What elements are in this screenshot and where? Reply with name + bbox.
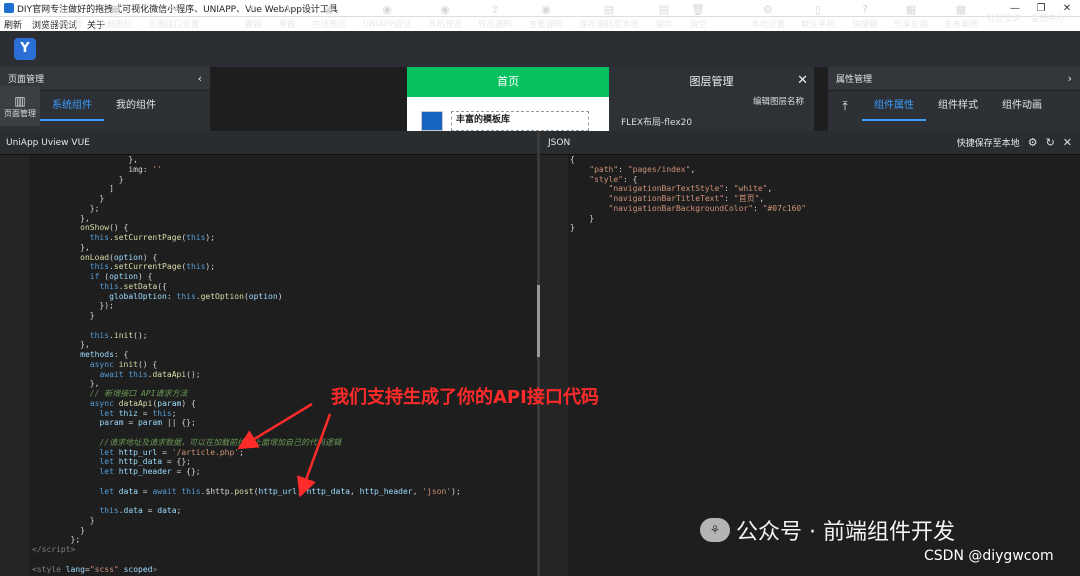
app-icon (4, 3, 14, 13)
settings-icon: ▭ (59, 3, 71, 16)
phone-nav-bar: 首页 (407, 67, 609, 97)
main-toolbar (0, 31, 1080, 67)
vue-editor-title: UniApp Uview VUE (6, 137, 90, 148)
save-source-local-button[interactable]: ▤ 保存源码至本地 (579, 3, 639, 30)
tab-component-animation[interactable]: 组件动画 (990, 91, 1054, 121)
close-icon[interactable]: ✕ (797, 73, 808, 88)
panel-header: 属性管理 › (828, 67, 1080, 91)
gear-icon: ⚙ (763, 3, 773, 16)
close-icon[interactable]: ✕ (1063, 136, 1072, 149)
default-phone-button[interactable]: ▯ 默认手机 (801, 3, 835, 30)
layer-panel-title: 图层管理 (689, 75, 734, 88)
tab-my-components[interactable]: 我的组件 (104, 91, 168, 121)
share-icon: ▦ (905, 3, 917, 16)
vue-code: }, img: '' } ] } }; }, onShow() { this.s… (32, 155, 461, 574)
save-button[interactable]: ▤ 保存 (655, 3, 672, 30)
phone-preview: 首页 丰富的模板库 (407, 67, 609, 131)
pin-top-icon[interactable]: ⤒ (828, 99, 862, 114)
vue-editor-header: UniApp Uview VUE (0, 131, 537, 155)
panel-title: 页面管理 (8, 75, 45, 85)
eye-icon: ◉ (440, 3, 450, 16)
chevron-left-icon[interactable]: ‹ (198, 72, 202, 85)
csdn-watermark: CSDN @diygwcom (924, 548, 1054, 564)
global-settings-button[interactable]: ▭ 全局设置 (48, 3, 82, 30)
property-panel: 属性管理 › ⤒ 组件属性 组件样式 组件动画 (828, 67, 1080, 131)
layer-row[interactable]: FLEX布局-flex20 (609, 115, 814, 128)
local-settings-button[interactable]: ⚙ 本地设置 (751, 3, 785, 30)
tab-component-props[interactable]: 组件属性 (862, 91, 926, 121)
phone-icon: ▯ (814, 3, 822, 16)
tab-system-components[interactable]: 系统组件 (40, 91, 104, 121)
template-card[interactable]: 丰富的模板库 (421, 111, 609, 131)
trash-icon: 🗑 (691, 3, 705, 16)
export-icon: ⇪ (490, 3, 500, 16)
eye-icon: ◉ (324, 3, 334, 16)
publish-icon: ▦ (955, 3, 967, 16)
uniapp-debug-button[interactable]: ◉ UNIAPP调试 (363, 3, 411, 30)
eye-icon: ◉ (382, 3, 392, 16)
member-center-button[interactable]: 会员中心 (1031, 11, 1065, 24)
app-logo: Y (14, 38, 36, 60)
online-preview-button[interactable]: ◉ 在线预览 (312, 3, 346, 30)
gear-icon[interactable]: ⚙ (1028, 136, 1038, 149)
community-button[interactable]: 社区交流 (987, 11, 1021, 24)
watermark-text: 公众号 · 前端组件开发 (736, 520, 955, 545)
layer-management-panel: 图层管理 ✕ 编辑图层名称 FLEX布局-flex20 (609, 67, 814, 131)
share-app-button[interactable]: ▦ 分享应用 (894, 3, 928, 30)
panel-title: 属性管理 (836, 75, 873, 85)
save-icon: ▤ (603, 3, 615, 16)
link-icon: ⚯ (169, 3, 179, 16)
view-source-button[interactable]: ◉ 查看源码 (529, 3, 563, 30)
image-icon: ▣ (109, 3, 121, 16)
global-icons-button[interactable]: ▣ 全局图标 (98, 3, 132, 30)
shortcuts-button[interactable]: ? 快捷键 (852, 3, 878, 30)
vue-code-editor[interactable]: }, img: '' } ] } }; }, onShow() { this.s… (32, 155, 537, 576)
watermark: ⚘ 公众号 · 前端组件开发 (700, 514, 955, 546)
layout-icon: ▥ (14, 93, 26, 108)
chevron-right-icon[interactable]: › (1068, 72, 1072, 85)
eye-icon: ◉ (541, 3, 551, 16)
card-title: 丰富的模板库 (451, 111, 589, 131)
annotation-text: 我们支持生成了你的API接口代码 (331, 387, 599, 408)
publish-case-button[interactable]: ▦ 发布案例 (944, 3, 978, 30)
vue-line-gutter (0, 155, 30, 576)
refresh-icon[interactable]: ↻ (1046, 136, 1055, 149)
question-icon: ? (862, 3, 868, 16)
device-preview-button[interactable]: ◉ 真机预览 (428, 3, 462, 30)
redo-icon: ↷ (282, 3, 292, 16)
edit-layer-name[interactable]: 编辑图层名称 (609, 95, 814, 107)
export-source-button[interactable]: ⇪ 导出源码 (478, 3, 512, 30)
json-line-gutter (540, 155, 568, 576)
json-editor-header: JSON 快捷保存至本地 ⚙ ↻ ✕ (540, 131, 1080, 155)
page-management-panel: 页面管理 ‹ ▥ 页面管理 系统组件 我的组件 (0, 67, 210, 131)
page-api-settings-button[interactable]: ⚯ 页面接口设置 (148, 3, 199, 30)
tab-component-style[interactable]: 组件样式 (926, 91, 990, 121)
redo-button[interactable]: ↷ 重做 (278, 3, 295, 30)
wechat-icon: ⚘ (700, 518, 730, 542)
json-code-editor[interactable]: { "path": "pages/index", "style": { "nav… (570, 155, 1080, 576)
undo-button[interactable]: ↶ 撤销 (244, 3, 261, 30)
json-editor-title: JSON (548, 137, 571, 148)
quick-save-local-button[interactable]: 快捷保存至本地 (957, 136, 1020, 149)
json-code: { "path": "pages/index", "style": { "nav… (570, 155, 807, 233)
undo-icon: ↶ (248, 3, 258, 16)
card-image (421, 111, 443, 131)
page-management-side-button[interactable]: ▥ 页面管理 (0, 86, 40, 126)
save-icon: ▤ (658, 3, 670, 16)
clear-button[interactable]: 🗑 消空 (689, 3, 706, 30)
menu-refresh[interactable]: 刷新 (4, 18, 22, 31)
